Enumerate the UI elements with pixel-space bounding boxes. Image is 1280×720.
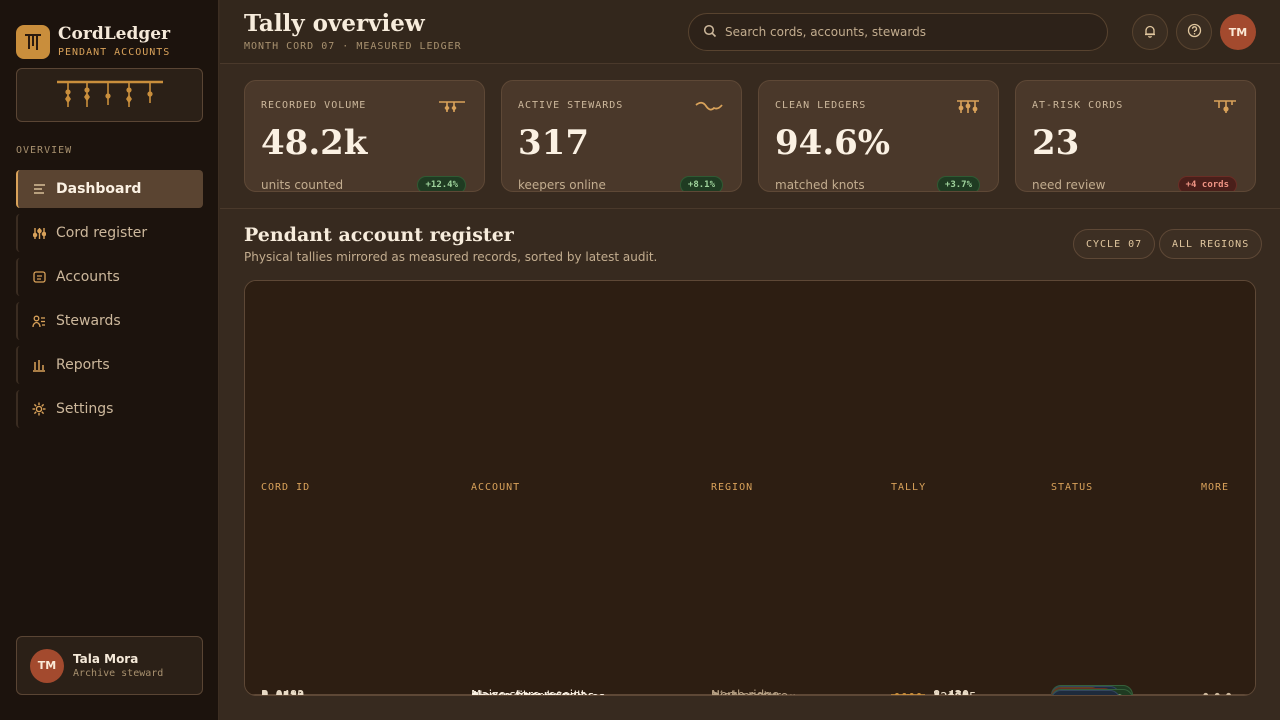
notifications-button[interactable] — [1132, 14, 1168, 50]
knot-mark — [901, 695, 905, 696]
top-header: Tally overview MONTH CORD 07 · MEASURED … — [220, 0, 1280, 64]
people-icon — [32, 314, 46, 328]
trend-badge: +8.1% — [679, 176, 723, 191]
knot-mark — [906, 695, 910, 696]
sliders-icon — [32, 226, 46, 240]
trend-badge: +3.7% — [936, 176, 980, 191]
quipu-cord-icon — [438, 99, 466, 118]
avatar: TM — [30, 648, 64, 683]
sidebar-nav: Dashboard Cord register Accounts Steward… — [16, 170, 203, 434]
pendant-register-table: CORD ID ACCOUNT REGION TALLY STATUS MORE… — [244, 280, 1256, 696]
brand-name: CordLedger — [58, 24, 171, 44]
nav-section-label: OVERVIEW — [16, 145, 73, 156]
sidebar-item-reports[interactable]: Reports — [16, 346, 203, 384]
sidebar-item-stewards[interactable]: Stewards — [16, 302, 203, 340]
sidebar-item-label: Settings — [56, 401, 114, 417]
register-subtitle: Physical tallies mirrored as measured re… — [244, 250, 658, 264]
more-options-icon[interactable]: ••• — [1201, 691, 1235, 696]
quipu-banner — [16, 68, 203, 122]
stat-card-active-stewards[interactable]: ACTIVE STEWARDS 317 keepers online +8.1% — [501, 80, 742, 192]
tally-value: 9,314 — [933, 693, 969, 695]
column-header-cord-id[interactable]: CORD ID — [261, 482, 310, 493]
sidebar: CordLedger PENDANT ACCOUNTS OVERVIEW Das… — [0, 0, 219, 720]
stat-caption: units counted — [261, 178, 344, 192]
sidebar-item-label: Accounts — [56, 269, 120, 285]
column-header-status[interactable]: STATUS — [1051, 482, 1093, 493]
list-icon — [32, 182, 46, 196]
region: East loom hall — [711, 693, 796, 695]
status-cell: COUNTING — [1051, 690, 1121, 695]
column-header-more: MORE — [1201, 482, 1230, 493]
tally-cell: 9,314 — [891, 693, 969, 695]
stat-value: 48.2k — [261, 123, 368, 163]
stat-label: AT-RISK CORDS — [1032, 100, 1124, 111]
column-header-account[interactable]: ACCOUNT — [471, 482, 520, 493]
stat-value: 23 — [1032, 123, 1080, 163]
stat-card-at-risk-cords[interactable]: AT-RISK CORDS 23 need review +4 cords — [1015, 80, 1256, 192]
cycle-filter-chip[interactable]: CYCLE 07 — [1073, 229, 1156, 259]
sidebar-item-label: Dashboard — [56, 181, 142, 197]
profile-avatar-button[interactable]: TM — [1220, 14, 1256, 50]
page-subtitle: MONTH CORD 07 · MEASURED LEDGER — [244, 41, 462, 52]
register-title: Pendant account register — [244, 224, 514, 246]
region-filter-chip[interactable]: ALL REGIONS — [1159, 229, 1263, 259]
wave-cord-icon — [695, 99, 723, 118]
knot-cord-icon — [891, 695, 925, 696]
user-name: Tala Mora — [73, 652, 139, 666]
sidebar-item-label: Stewards — [56, 313, 121, 329]
ledger-icon — [32, 270, 46, 284]
section-divider — [220, 208, 1280, 209]
quipu-logo-icon — [16, 25, 50, 59]
status-badge: COUNTING — [1051, 690, 1121, 695]
bell-icon — [1143, 23, 1157, 42]
user-card[interactable]: TM Tala Mora Archive steward — [16, 636, 203, 695]
search-icon — [703, 23, 717, 42]
help-button[interactable] — [1176, 14, 1212, 50]
column-header-tally[interactable]: TALLY — [891, 482, 926, 493]
stat-card-clean-ledgers[interactable]: CLEAN LEDGERS 94.6% matched knots +3.7% — [758, 80, 999, 192]
stat-value: 317 — [518, 123, 589, 163]
knot-mark — [912, 695, 916, 696]
stat-label: ACTIVE STEWARDS — [518, 100, 624, 111]
bar-chart-icon — [32, 358, 46, 372]
sidebar-item-accounts[interactable]: Accounts — [16, 258, 203, 296]
sidebar-item-label: Cord register — [56, 225, 148, 241]
stat-label: RECORDED VOLUME — [261, 100, 367, 111]
stat-caption: need review — [1032, 178, 1106, 192]
help-icon — [1187, 23, 1202, 42]
triple-cord-icon — [956, 99, 980, 119]
user-role: Archive steward — [73, 668, 164, 679]
quipu-illustration-icon — [57, 80, 163, 107]
trend-badge: +12.4% — [417, 176, 466, 191]
stat-value: 94.6% — [775, 123, 891, 163]
brand[interactable]: CordLedger PENDANT ACCOUNTS — [16, 24, 170, 60]
stat-card-recorded-volume[interactable]: RECORDED VOLUME 48.2k units counted +12.… — [244, 80, 485, 192]
table-body: P-0482 Maize store receipt North ridge 8,42… — [261, 685, 1233, 696]
column-header-region[interactable]: REGION — [711, 482, 753, 493]
stat-caption: keepers online — [518, 178, 606, 192]
stat-label: CLEAN LEDGERS — [775, 100, 867, 111]
sidebar-item-label: Reports — [56, 357, 110, 373]
knot-mark — [917, 695, 921, 696]
page-title: Tally overview — [244, 10, 425, 37]
search-bar[interactable] — [688, 13, 1108, 51]
table-header: CORD ID ACCOUNT REGION TALLY STATUS MORE — [245, 281, 1255, 695]
sidebar-item-cord-register[interactable]: Cord register — [16, 214, 203, 252]
sidebar-item-dashboard[interactable]: Dashboard — [16, 170, 203, 208]
search-input[interactable] — [725, 25, 1085, 39]
brand-subtitle: PENDANT ACCOUNTS — [58, 47, 171, 58]
cord-id: P-0616 — [261, 693, 304, 695]
broken-cord-icon — [1213, 99, 1237, 119]
stat-caption: matched knots — [775, 178, 865, 192]
gear-icon — [32, 402, 46, 416]
account-name: Textile workshop output — [471, 693, 614, 695]
knot-mark — [895, 695, 899, 696]
trend-badge: +4 cords — [1177, 176, 1237, 191]
table-row[interactable]: P-0482 Maize store receipt North ridge 8,42… — [261, 685, 1233, 695]
sidebar-item-settings[interactable]: Settings — [16, 390, 203, 428]
